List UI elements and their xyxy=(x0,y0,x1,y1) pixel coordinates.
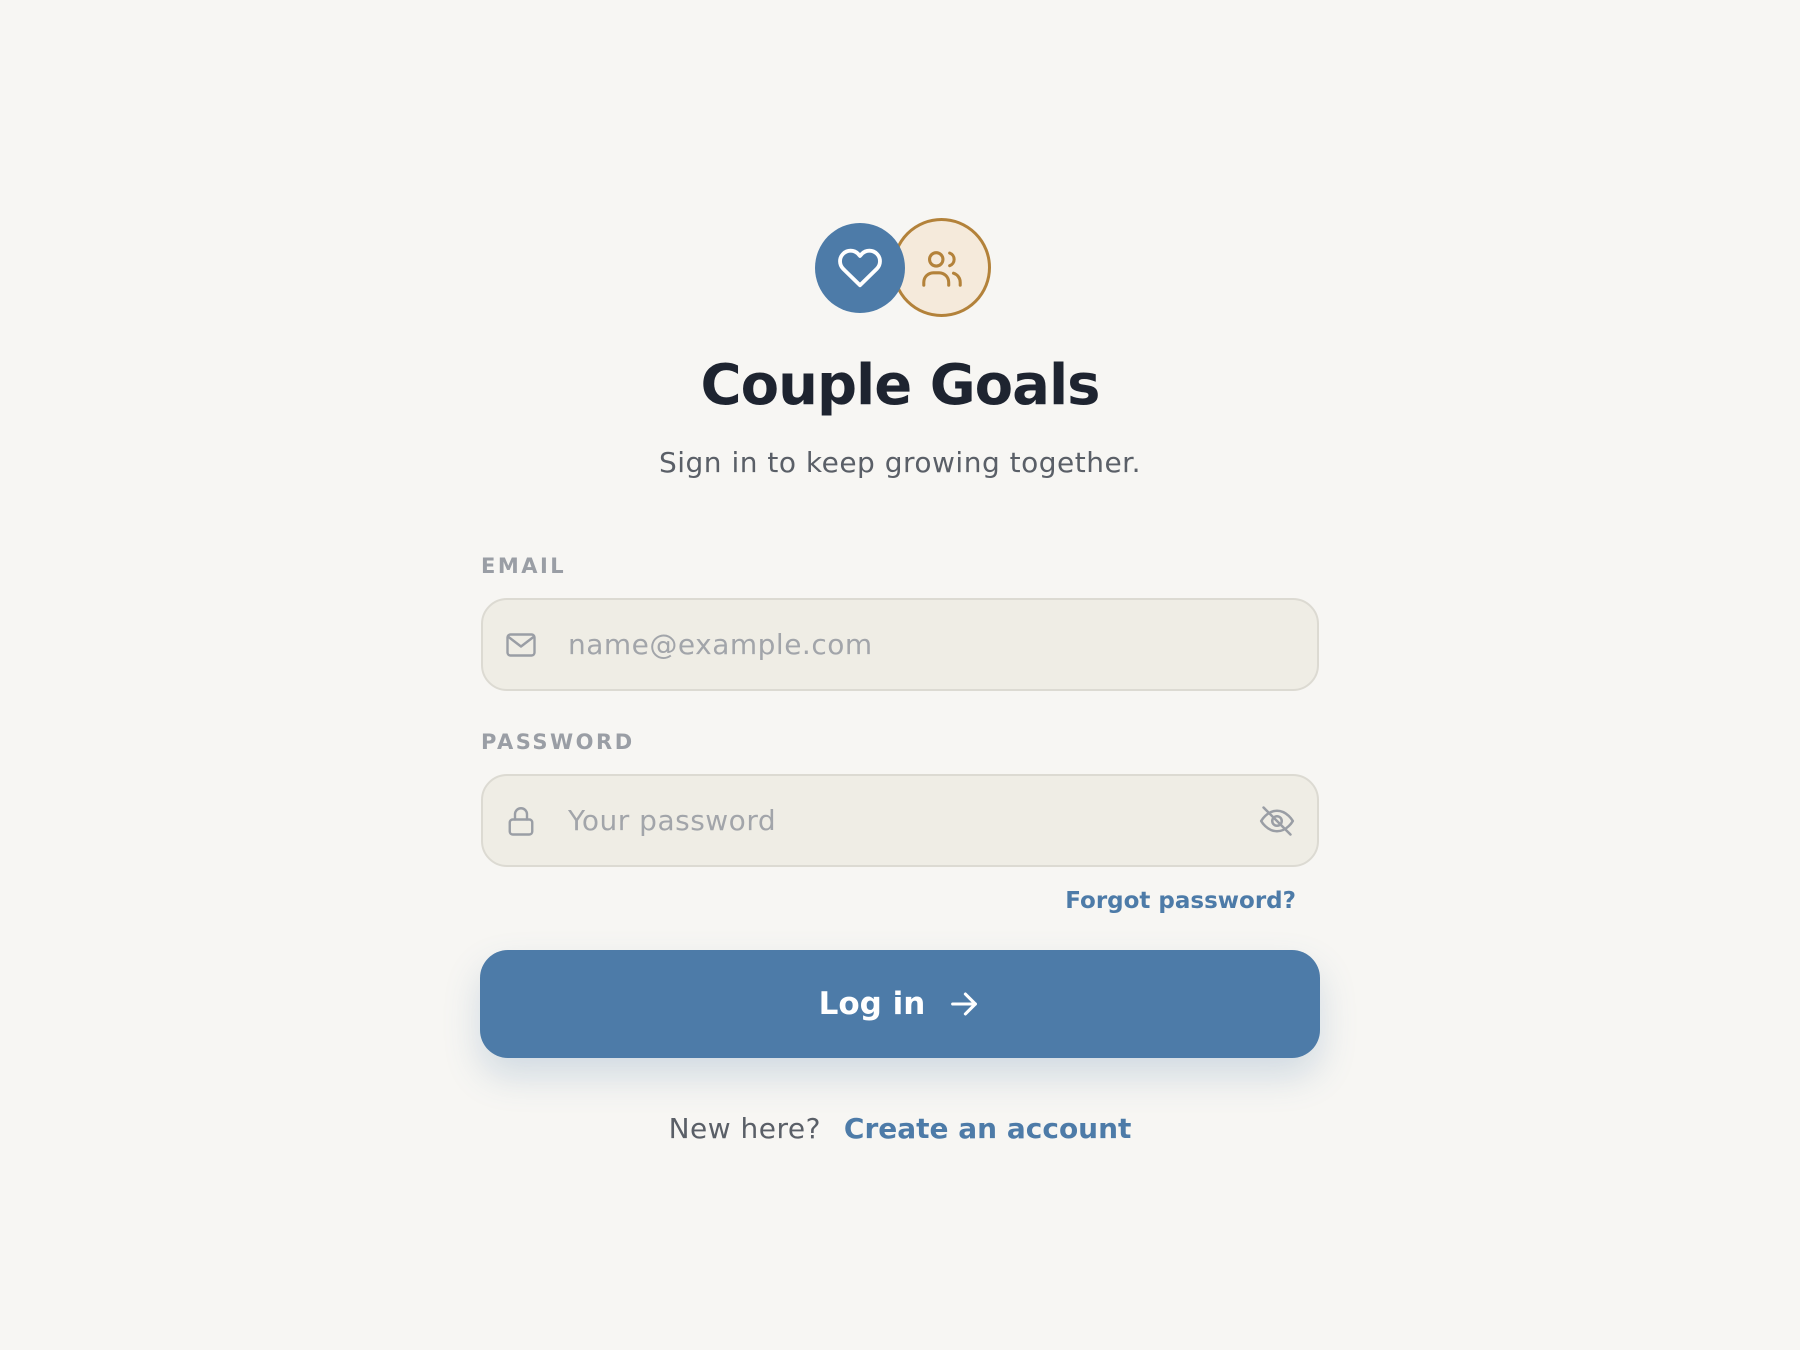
signup-row: New here? Create an account xyxy=(0,1110,1800,1148)
app-logo xyxy=(815,218,991,318)
password-field-container xyxy=(481,774,1319,867)
forgot-password-link[interactable]: Forgot password? xyxy=(1000,886,1296,916)
login-button-label: Log in xyxy=(818,986,926,1022)
lock-icon xyxy=(503,803,539,839)
app-subtitle: Sign in to keep growing together. xyxy=(658,446,1142,479)
login-page: Couple Goals Sign in to keep growing tog… xyxy=(0,0,1800,1350)
password-input[interactable] xyxy=(568,776,1237,865)
app-title: Couple Goals xyxy=(700,353,1101,418)
heart-icon xyxy=(838,248,882,288)
login-button[interactable]: Log in xyxy=(480,950,1320,1058)
signup-prompt: New here? xyxy=(668,1112,821,1145)
heart-logo-badge xyxy=(815,223,905,313)
users-logo-badge xyxy=(892,218,991,317)
mail-icon xyxy=(503,627,539,663)
eye-off-icon[interactable] xyxy=(1257,801,1297,841)
email-input[interactable] xyxy=(568,600,1237,689)
email-label: EMAIL xyxy=(481,554,567,578)
users-icon xyxy=(921,250,962,287)
password-label: PASSWORD xyxy=(481,730,635,754)
email-field-container xyxy=(481,598,1319,691)
arrow-right-icon xyxy=(947,987,981,1021)
create-account-link[interactable]: Create an account xyxy=(844,1112,1132,1145)
